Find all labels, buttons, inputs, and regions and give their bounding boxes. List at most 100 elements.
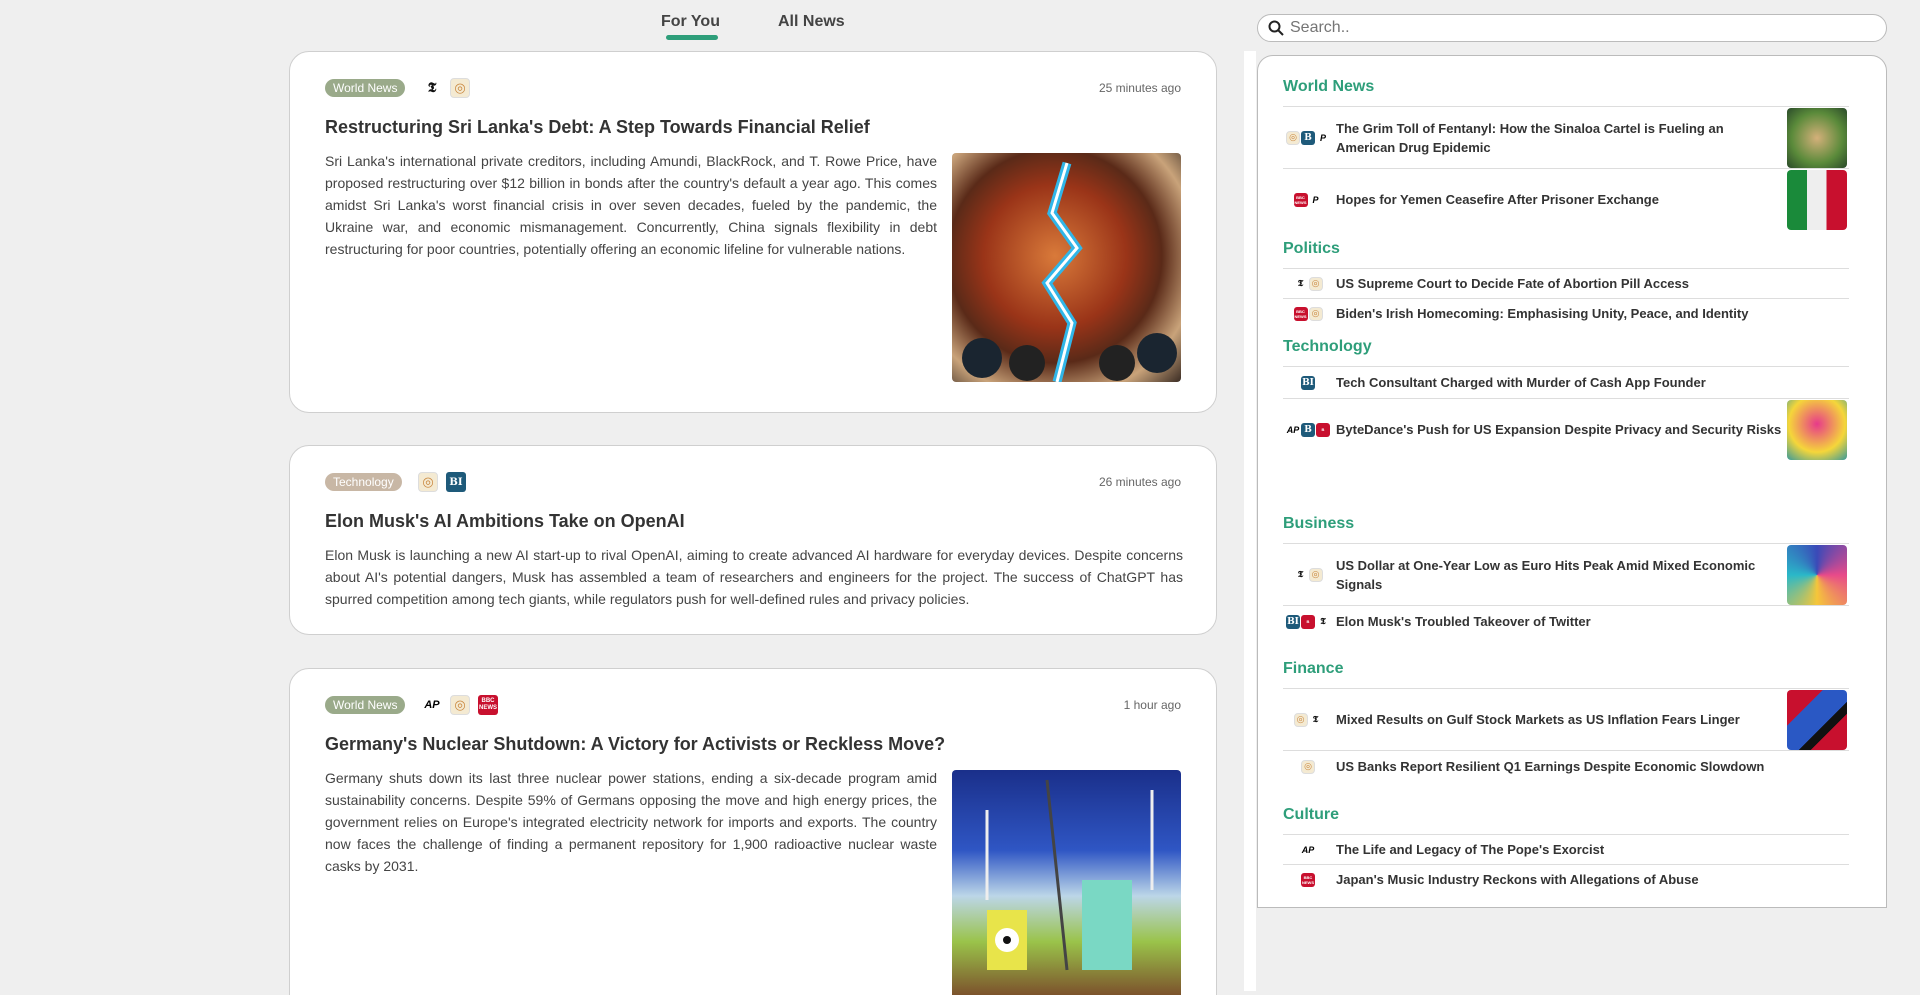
article-thumbnail[interactable] bbox=[1787, 107, 1847, 168]
search-input[interactable] bbox=[1290, 19, 1850, 37]
source-icons: AP ◎ BBC NEWS bbox=[422, 695, 498, 715]
article-image[interactable] bbox=[952, 770, 1181, 995]
sidebar-item[interactable]: BBC NEWS Japan's Music Industry Reckons w… bbox=[1283, 864, 1849, 894]
feed-tabs: For You All News bbox=[0, 0, 1244, 50]
category-badge[interactable]: Technology bbox=[325, 473, 402, 491]
source-icons: 𝕿 ◎ bbox=[1283, 276, 1333, 291]
sidebar-item-title: Elon Musk's Troubled Takeover of Twitter bbox=[1336, 614, 1591, 629]
sidebar-item-title: The Grim Toll of Fentanyl: How the Sinal… bbox=[1336, 120, 1724, 155]
article-thumbnail[interactable] bbox=[1787, 689, 1847, 750]
timestamp: 26 minutes ago bbox=[1098, 475, 1181, 489]
tab-all-news[interactable]: All News bbox=[778, 13, 845, 31]
sidebar-item-title: The Life and Legacy of The Pope's Exorci… bbox=[1336, 842, 1605, 857]
ap-logo-icon[interactable]: AP bbox=[422, 695, 442, 715]
orb-logo-icon[interactable]: ◎ bbox=[450, 78, 470, 98]
source-icons: BBC NEWS bbox=[1283, 872, 1333, 887]
orb-logo-icon[interactable]: ◎ bbox=[418, 472, 438, 492]
category-badge[interactable]: World News bbox=[325, 696, 406, 714]
section-title-culture[interactable]: Culture bbox=[1283, 806, 1339, 824]
orb-logo-icon: ◎ bbox=[1308, 306, 1323, 321]
bbc-news-logo-icon: BBC NEWS bbox=[1293, 192, 1308, 207]
news-card[interactable]: Technology ◎ BI 26 minutes ago Elon Musk… bbox=[289, 445, 1217, 635]
card-title[interactable]: Restructuring Sri Lanka's Debt: A Step T… bbox=[325, 117, 870, 138]
sidebar-item-title: Mixed Results on Gulf Stock Markets as U… bbox=[1336, 712, 1740, 727]
sidebar-item-title: Japan's Music Industry Reckons with Alle… bbox=[1336, 872, 1699, 887]
sidebar-item[interactable]: ◎ B P The Grim Toll of Fentanyl: How the… bbox=[1283, 106, 1849, 168]
sidebar-item-title: Hopes for Yemen Ceasefire After Prisoner… bbox=[1336, 192, 1659, 207]
sidebar-item[interactable]: ◎ 𝕿 Mixed Results on Gulf Stock Markets … bbox=[1283, 688, 1849, 750]
news-card[interactable]: World News AP ◎ BBC NEWS 1 hour ago Germa… bbox=[289, 668, 1217, 995]
article-thumbnail[interactable] bbox=[1787, 544, 1847, 605]
sidebar-item[interactable]: 𝕿 ◎ US Dollar at One-Year Low as Euro Hi… bbox=[1283, 543, 1849, 605]
orb-logo-icon: ◎ bbox=[1286, 130, 1300, 145]
category-sidebar: World News ◎ B P The Grim Toll of Fentan… bbox=[1257, 55, 1887, 908]
source-icons: BI bbox=[1283, 375, 1333, 390]
card-summary: Elon Musk is launching a new AI start-up… bbox=[325, 547, 1183, 607]
source-icons: BBC NEWS ◎ bbox=[1283, 306, 1333, 321]
section-title-finance[interactable]: Finance bbox=[1283, 660, 1343, 678]
timestamp: 1 hour ago bbox=[1123, 698, 1181, 712]
search-icon bbox=[1268, 20, 1284, 36]
sidebar-item-title: ByteDance's Push for US Expansion Despit… bbox=[1336, 422, 1782, 437]
sidebar-item[interactable]: BBC NEWS P Hopes for Yemen Ceasefire Afte… bbox=[1283, 168, 1849, 230]
ap-logo-icon: AP bbox=[1301, 842, 1315, 857]
nyt-logo-icon: 𝕿 bbox=[1293, 567, 1308, 582]
nyt-logo-icon: 𝕿 bbox=[1293, 276, 1308, 291]
business-insider-logo-icon: BI bbox=[1301, 375, 1315, 390]
business-insider-logo-icon: B bbox=[1301, 422, 1315, 437]
bbc-news-logo-icon: BBC NEWS bbox=[1293, 306, 1308, 321]
tab-for-you[interactable]: For You bbox=[661, 13, 720, 31]
section-title-politics[interactable]: Politics bbox=[1283, 240, 1340, 258]
sidebar-item[interactable]: BBC NEWS ◎ Biden's Irish Homecoming: Emph… bbox=[1283, 298, 1849, 328]
category-badge[interactable]: World News bbox=[325, 79, 406, 97]
search-bar[interactable] bbox=[1257, 14, 1887, 42]
sidebar-item-title: US Dollar at One-Year Low as Euro Hits P… bbox=[1336, 557, 1756, 592]
sidebar-item[interactable]: AP B B ByteDance's Push for US Expansion… bbox=[1283, 398, 1849, 460]
sidebar-item[interactable]: AP The Life and Legacy of The Pope's Exo… bbox=[1283, 834, 1849, 864]
sidebar-item[interactable]: BI Tech Consultant Charged with Murder o… bbox=[1283, 366, 1849, 398]
column-divider bbox=[1244, 51, 1256, 991]
business-insider-logo-icon[interactable]: BI bbox=[446, 472, 466, 492]
orb-logo-icon: ◎ bbox=[1308, 567, 1323, 582]
politico-logo-icon: P bbox=[1316, 130, 1330, 145]
bbc-news-logo-icon: BBC NEWS bbox=[1301, 872, 1315, 887]
source-icons: AP bbox=[1283, 842, 1333, 857]
sidebar-item[interactable]: BI B 𝕿 Elon Musk's Troubled Takeover of … bbox=[1283, 605, 1849, 637]
source-icons: ◎ 𝕿 bbox=[1283, 712, 1333, 727]
article-thumbnail[interactable] bbox=[1787, 169, 1847, 230]
active-tab-indicator bbox=[666, 35, 718, 40]
sidebar-item[interactable]: ◎ US Banks Report Resilient Q1 Earnings … bbox=[1283, 750, 1849, 782]
sidebar-item-title: US Banks Report Resilient Q1 Earnings De… bbox=[1336, 759, 1765, 774]
sidebar-item-title: Biden's Irish Homecoming: Emphasising Un… bbox=[1336, 306, 1749, 321]
source-icons: ◎ B P bbox=[1283, 130, 1333, 145]
card-summary: Sri Lanka's international private credit… bbox=[325, 153, 937, 257]
source-icons: ◎ bbox=[1283, 759, 1333, 774]
business-insider-logo-icon: B bbox=[1301, 130, 1315, 145]
source-icons: BI B 𝕿 bbox=[1283, 614, 1333, 629]
card-title[interactable]: Elon Musk's AI Ambitions Take on OpenAI bbox=[325, 511, 685, 532]
sidebar-item-title: US Supreme Court to Decide Fate of Abort… bbox=[1336, 276, 1689, 291]
sidebar-item[interactable]: 𝕿 ◎ US Supreme Court to Decide Fate of A… bbox=[1283, 268, 1849, 298]
source-icons: BBC NEWS P bbox=[1283, 192, 1333, 207]
ap-logo-icon: AP bbox=[1286, 422, 1300, 437]
bbc-news-logo-icon: B bbox=[1301, 614, 1315, 629]
orb-logo-icon: ◎ bbox=[1301, 759, 1315, 774]
article-image[interactable] bbox=[952, 153, 1181, 382]
news-card[interactable]: World News 𝕿 ◎ 25 minutes ago Restructur… bbox=[289, 51, 1217, 413]
nyt-logo-icon[interactable]: 𝕿 bbox=[422, 78, 442, 98]
section-title-technology[interactable]: Technology bbox=[1283, 338, 1372, 356]
nyt-logo-icon: 𝕿 bbox=[1316, 614, 1330, 629]
card-title[interactable]: Germany's Nuclear Shutdown: A Victory fo… bbox=[325, 734, 945, 755]
orb-logo-icon[interactable]: ◎ bbox=[450, 695, 470, 715]
timestamp: 25 minutes ago bbox=[1098, 81, 1181, 95]
politico-logo-icon: P bbox=[1308, 192, 1323, 207]
bbc-news-logo-icon: B bbox=[1316, 422, 1330, 437]
source-icons: ◎ BI bbox=[418, 472, 466, 492]
source-icons: 𝕿 ◎ bbox=[422, 78, 470, 98]
article-thumbnail[interactable] bbox=[1787, 399, 1847, 460]
section-title-business[interactable]: Business bbox=[1283, 515, 1354, 533]
section-title-world-news[interactable]: World News bbox=[1283, 78, 1374, 96]
sidebar-item-title: Tech Consultant Charged with Murder of C… bbox=[1336, 375, 1706, 390]
bbc-news-logo-icon[interactable]: BBC NEWS bbox=[478, 695, 498, 715]
business-insider-logo-icon: BI bbox=[1286, 614, 1300, 629]
